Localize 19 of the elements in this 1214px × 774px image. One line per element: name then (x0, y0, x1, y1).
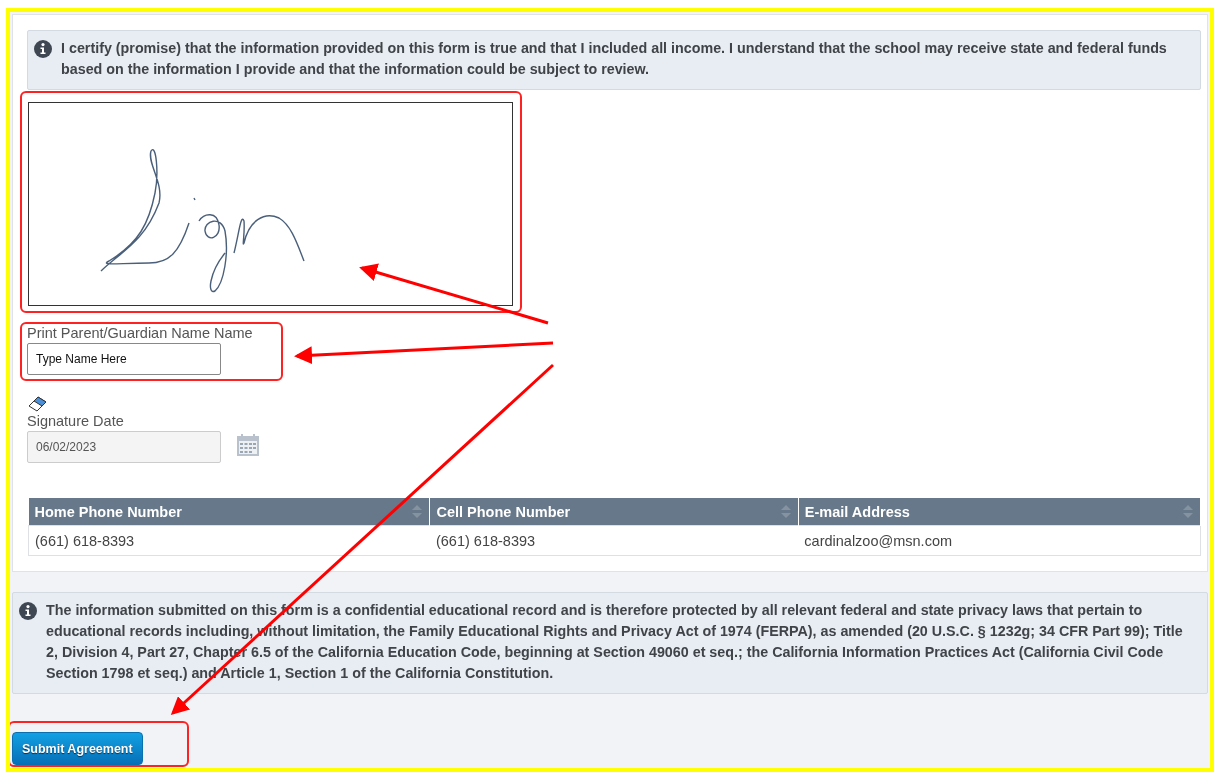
notice-text: I certify (promise) that the information provided on this form is true and that I included all income. I understand that the school may receive state and federal funds based on the information I provide and that the information could be subject to review. (61, 39, 1168, 79)
column-header[interactable]: Cell Phone Number (429, 498, 799, 526)
eraser-icon[interactable] (28, 394, 48, 413)
date-field[interactable]: 06/02/2023 (27, 431, 221, 463)
sort-icon[interactable] (411, 503, 424, 520)
info-icon (34, 40, 52, 58)
column-header[interactable]: Home Phone Number (28, 498, 430, 526)
field-label: Print Parent/Guardian Name Name (27, 325, 254, 342)
submit-button[interactable]: Submit Agreement (12, 732, 143, 765)
info-icon (19, 602, 37, 620)
table-cell: (661) 618-8393 (28, 525, 430, 556)
calendar-icon[interactable] (236, 433, 260, 457)
field-label: Signature Date (27, 413, 125, 430)
table-cell: cardinalzoo@msn.com (798, 525, 1201, 556)
column-header[interactable]: E-mail Address (798, 498, 1201, 526)
sort-icon[interactable] (1182, 503, 1194, 520)
name-field[interactable]: Type Name Here (27, 343, 221, 375)
sort-icon[interactable] (779, 503, 792, 520)
table-cell: (661) 618-8393 (429, 525, 799, 556)
